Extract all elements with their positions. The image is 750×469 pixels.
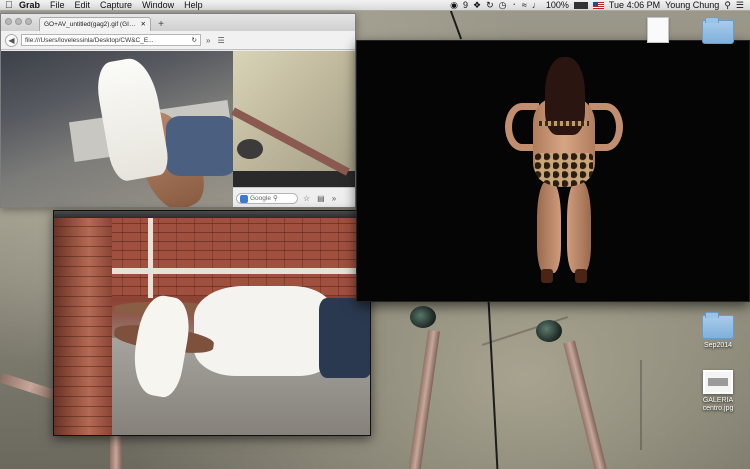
menu-help[interactable]: Help <box>179 0 208 10</box>
image-detail <box>237 139 263 159</box>
scene-cable <box>487 300 499 469</box>
browser-toolbar: ◀ file:///Users/lovelessinla/Desktop/CW&… <box>1 31 355 50</box>
photo-viewer-window[interactable] <box>53 210 371 436</box>
menu-window[interactable]: Window <box>137 0 179 10</box>
image-file-icon <box>703 370 733 394</box>
search-icon[interactable]: ⚲ <box>273 194 278 204</box>
image-detail <box>194 286 334 376</box>
image-detail <box>541 269 553 283</box>
menu-clock[interactable]: Tue 4:06 PM <box>609 0 660 10</box>
minimize-window-button[interactable] <box>15 18 22 25</box>
image-detail <box>166 116 236 176</box>
menu-user[interactable]: Young Chung <box>665 0 719 10</box>
image-detail <box>93 54 171 184</box>
hamburger-menu-icon[interactable]: ☰ <box>215 36 226 45</box>
creative-cloud-icon[interactable]: ◉ <box>450 0 458 10</box>
notification-center-icon[interactable]: ☰ <box>736 0 744 10</box>
browser-tab-bar: GO+AV_untitled(gag2).gif (GIF... ✕ + <box>1 14 355 31</box>
image-detail <box>104 218 370 296</box>
scene-pole <box>407 329 441 469</box>
menu-bar:  Grab File Edit Capture Window Help ◉ 9… <box>0 0 750 11</box>
tab-title: GO+AV_untitled(gag2).gif (GIF... <box>44 21 137 28</box>
menu-edit[interactable]: Edit <box>70 0 96 10</box>
browser-tab-active[interactable]: GO+AV_untitled(gag2).gif (GIF... ✕ <box>39 17 151 31</box>
image-detail <box>535 153 593 187</box>
time-machine-icon[interactable]: ↻ <box>486 0 494 10</box>
wall-texture <box>640 360 642 450</box>
page-image-cloth <box>1 51 236 207</box>
volume-icon[interactable]: ♩ <box>532 0 541 10</box>
image-detail <box>575 269 587 283</box>
desktop-file-galeria[interactable]: GALERIA centro.jpg <box>688 370 748 413</box>
desktop-folder-sep2014[interactable]: Sep2014 <box>688 312 748 350</box>
photo-window-titlebar[interactable] <box>54 211 370 218</box>
bluetooth-icon[interactable]: ᛫ <box>512 0 517 10</box>
input-source-flag-icon[interactable] <box>592 1 604 9</box>
spotlight-search-icon[interactable]: ⚲ <box>724 0 731 10</box>
menu-app-name[interactable]: Grab <box>14 0 45 10</box>
desktop-icon-label: Sep2014 <box>703 342 733 349</box>
reload-icon[interactable]: ↻ <box>192 35 197 45</box>
battery-percent[interactable]: 100% <box>546 0 569 10</box>
desktop-document-icon[interactable] <box>628 17 688 43</box>
folder-icon <box>702 312 734 339</box>
zoom-window-button[interactable] <box>25 18 32 25</box>
url-text: file:///Users/lovelessinla/Desktop/CW&C_… <box>25 36 154 44</box>
desktop-icon-label: GALERIA centro.jpg <box>702 397 734 412</box>
notification-count[interactable]: 9 <box>463 0 468 10</box>
apple-menu-icon[interactable]:  <box>0 0 14 10</box>
image-detail <box>104 268 370 274</box>
back-button[interactable]: ◀ <box>5 33 18 47</box>
folder-icon <box>702 17 734 44</box>
close-window-button[interactable] <box>5 18 12 25</box>
window-controls <box>5 18 32 25</box>
new-tab-button[interactable]: + <box>155 19 167 31</box>
menu-extras: ◉ 9 ❖ ↻ ◷ ᛫ ≈ ♩ 100% Tue 4:06 PM Young C… <box>450 0 750 10</box>
battery-icon[interactable] <box>573 1 588 9</box>
menu-capture[interactable]: Capture <box>95 0 137 10</box>
photo-lying-figure <box>54 218 370 435</box>
page-image-sculpture <box>231 51 355 176</box>
overflow-chevron-icon[interactable]: » <box>204 36 212 45</box>
image-detail <box>537 181 561 273</box>
scene-pole <box>0 372 61 402</box>
url-field[interactable]: file:///Users/lovelessinla/Desktop/CW&C_… <box>21 34 201 46</box>
scene-pole <box>563 340 609 469</box>
clipboard-icon[interactable]: ▤ <box>315 194 327 203</box>
google-search-field[interactable]: Google ⚲ <box>236 193 298 204</box>
scene-cable <box>449 10 463 40</box>
image-detail <box>54 218 112 435</box>
image-detail <box>319 298 370 378</box>
dropbox-icon[interactable]: ❖ <box>473 0 481 10</box>
clock-icon[interactable]: ◷ <box>499 0 507 10</box>
browser-content: Google ⚲ ☆ ▤ » <box>1 51 355 207</box>
search-placeholder: Google <box>250 194 271 202</box>
overflow-chevron-icon[interactable]: » <box>330 194 338 203</box>
image-detail <box>567 181 591 273</box>
desktop-folder-top[interactable] <box>688 17 748 44</box>
image-detail <box>148 218 153 298</box>
wifi-icon[interactable]: ≈ <box>522 0 527 10</box>
image-detail <box>539 121 589 126</box>
bookmark-star-icon[interactable]: ☆ <box>301 194 312 203</box>
document-icon <box>647 17 669 43</box>
menu-file[interactable]: File <box>45 0 70 10</box>
scene-lamp <box>536 320 562 342</box>
browser-window: GO+AV_untitled(gag2).gif (GIF... ✕ + ◀ f… <box>0 13 356 208</box>
search-engine-icon[interactable] <box>240 194 248 203</box>
search-toolbar: Google ⚲ ☆ ▤ » <box>233 187 355 207</box>
image-preview-window[interactable] <box>356 40 750 302</box>
close-tab-icon[interactable]: ✕ <box>141 18 146 31</box>
scene-lamp <box>410 306 436 328</box>
